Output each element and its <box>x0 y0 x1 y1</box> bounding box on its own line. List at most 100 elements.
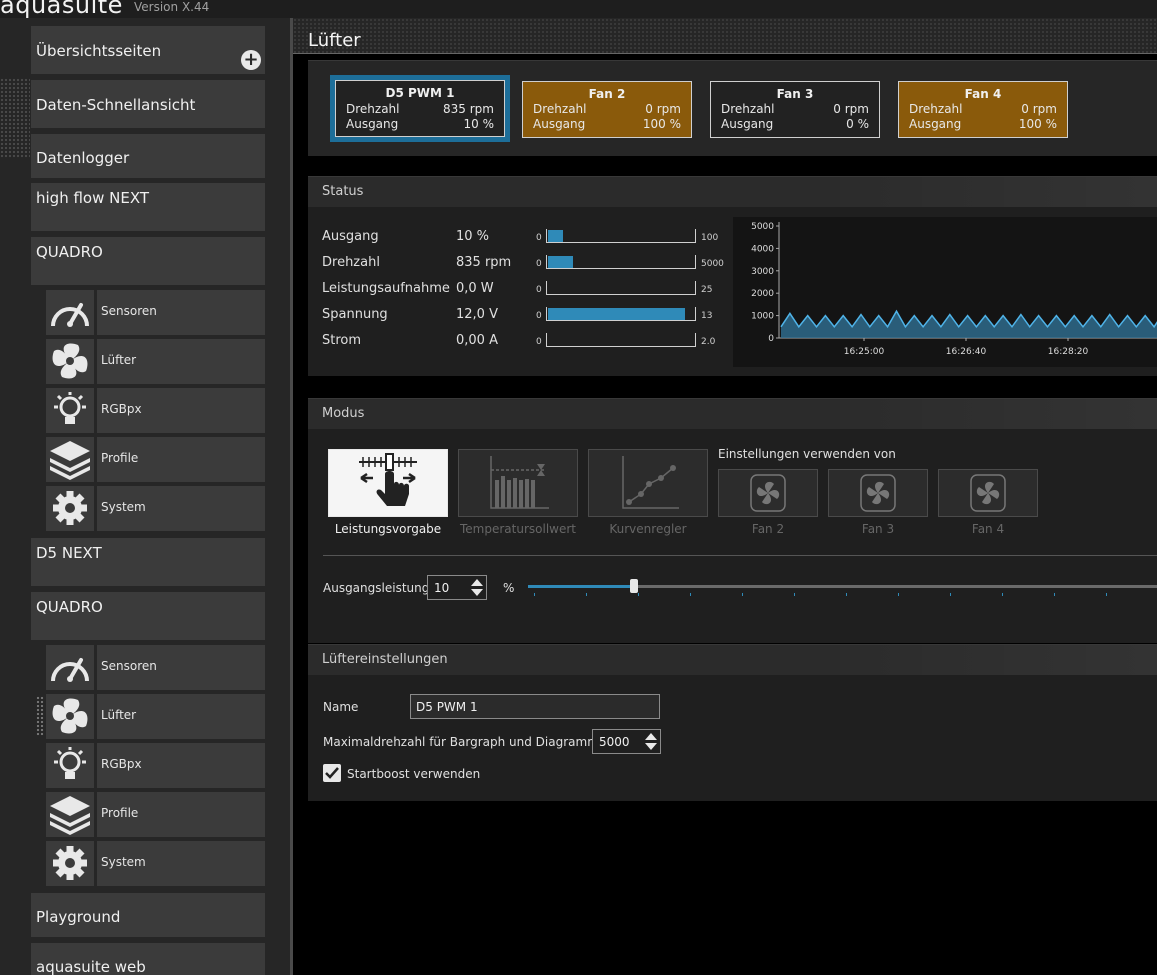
status-label: Strom <box>322 333 362 348</box>
source-fan-2-button[interactable] <box>718 469 818 517</box>
sidebar-item-sensors-1[interactable]: Sensoren <box>97 290 265 335</box>
fan-card-fan-4[interactable]: Fan 4 Drehzahl 0 rpm Ausgang 100 % <box>898 81 1068 138</box>
mode-curve-label: Kurvenregler <box>609 522 687 536</box>
nav-playground[interactable]: Playground <box>31 893 265 937</box>
add-icon[interactable]: + <box>241 50 261 70</box>
title-bar: aquasuite Version X.44 <box>0 0 1157 19</box>
fan-card-output-label: Ausgang <box>721 117 774 131</box>
nav-datalogger[interactable]: Datenlogger <box>31 134 265 178</box>
sidebar-item-rgbpx-1[interactable]: RGBpx <box>97 388 265 433</box>
nav-aquasuite-web-label: aquasuite web <box>36 958 146 975</box>
status-label: Leistungsaufnahme <box>322 281 450 296</box>
sidebar-texture <box>0 78 30 158</box>
sidebar-item-rgbpx-2[interactable]: RGBpx <box>97 743 265 788</box>
slider-tick <box>534 593 535 596</box>
mode-curve-button[interactable] <box>588 449 708 517</box>
sidebar-item-system-2[interactable]: System <box>97 841 265 886</box>
max-rpm-stepper[interactable]: 5000 <box>592 729 661 754</box>
startboost-label: Startboost verwenden <box>347 767 481 781</box>
mode-power-button[interactable] <box>328 449 448 517</box>
stepper-down-icon[interactable] <box>645 743 657 750</box>
fan-settings-panel: Lüftereinstellungen Name Maximaldrehzahl… <box>308 644 1157 801</box>
name-label: Name <box>323 700 359 714</box>
output-power-value: 10 <box>434 581 450 595</box>
stepper-down-icon[interactable] <box>471 589 483 596</box>
slider-hand-icon <box>359 453 417 506</box>
startboost-checkbox[interactable] <box>323 764 341 782</box>
layers-icon <box>46 437 94 482</box>
sidebar-item-fans-2[interactable]: Lüfter <box>97 694 265 739</box>
nav-quadro-1[interactable]: QUADRO <box>31 237 265 285</box>
fan-card-output: 100 % <box>642 117 681 131</box>
light-bulb-icon <box>46 388 94 433</box>
fan-icon <box>46 694 94 739</box>
nav-highflow[interactable]: high flow NEXT <box>31 183 265 231</box>
nav-quadro-2[interactable]: QUADRO <box>31 592 265 640</box>
sidebar-item-fans-1[interactable]: Lüfter <box>97 339 265 384</box>
source-fan-3-button[interactable] <box>828 469 928 517</box>
sidebar-item-label: Lüfter <box>101 353 137 367</box>
slider-thumb[interactable] <box>630 579 638 593</box>
mode-temperature-button[interactable] <box>458 449 578 517</box>
slider-tick <box>1002 593 1003 596</box>
fan-card-speed: 0 rpm <box>1021 102 1057 116</box>
stepper-up-icon[interactable] <box>471 579 483 586</box>
output-power-stepper[interactable]: 10 <box>427 575 487 600</box>
gauge-icon <box>46 645 94 690</box>
status-bar-min: 0 <box>536 259 542 269</box>
fan-settings-header: Lüftereinstellungen <box>308 645 1157 675</box>
active-indicator <box>36 696 44 736</box>
chart-y-tick-label: 4000 <box>751 244 774 254</box>
sidebar-item-profiles-1[interactable]: Profile <box>97 437 265 482</box>
fan-icon <box>750 474 786 512</box>
fan-card-fan-3[interactable]: Fan 3 Drehzahl 0 rpm Ausgang 0 % <box>710 81 880 138</box>
chart-y-tick-label: 1000 <box>751 312 774 322</box>
sidebar-item-label: System <box>101 500 146 514</box>
fan-card-fan-2[interactable]: Fan 2 Drehzahl 0 rpm Ausgang 100 % <box>522 81 692 138</box>
fan-name-input[interactable] <box>410 694 660 719</box>
fan-card-output-label: Ausgang <box>346 117 399 131</box>
fan-card-speed-label: Drehzahl <box>721 102 775 116</box>
sidebar-item-sensors-2[interactable]: Sensoren <box>97 645 265 690</box>
sidebar-item-profiles-2[interactable]: Profile <box>97 792 265 837</box>
status-bar <box>546 333 696 347</box>
status-bar-fill <box>548 308 685 320</box>
fan-card-d5-pwm-1[interactable]: D5 PWM 1 Drehzahl 835 rpm Ausgang 10 % <box>330 75 510 142</box>
source-fan-4-button[interactable] <box>938 469 1038 517</box>
fan-card-output-label: Ausgang <box>533 117 586 131</box>
max-rpm-label: Maximaldrehzahl für Bargraph und Diagram… <box>323 735 599 749</box>
sidebar-item-system-1[interactable]: System <box>97 486 265 531</box>
sidebar-item-label: Profile <box>101 806 139 820</box>
fan-card-speed-label: Drehzahl <box>533 102 587 116</box>
nav-highflow-label: high flow NEXT <box>36 189 150 207</box>
status-label: Ausgang <box>322 229 379 244</box>
sidebar-item-label: System <box>101 855 146 869</box>
slider-tick <box>898 593 899 596</box>
nav-aquasuite-web[interactable]: aquasuite web <box>31 943 265 975</box>
use-settings-label: Einstellungen verwenden von <box>718 447 896 461</box>
gear-icon <box>46 841 94 886</box>
output-power-slider[interactable] <box>528 579 1157 603</box>
fan-card-output: 100 % <box>1018 117 1057 131</box>
speed-chart: 5000 4000 3000 2000 1000 0 16:25:00 16:26:40 16:… <box>733 217 1157 367</box>
mode-panel: Modus Leistungsvorgabe Temperatursollwer… <box>308 398 1157 643</box>
sidebar-item-label: Sensoren <box>101 304 157 318</box>
fan-card-name: Fan 4 <box>964 87 1002 101</box>
chart-y-tick-label: 0 <box>768 334 774 344</box>
fan-card-speed-label: Drehzahl <box>909 102 963 116</box>
slider-fill <box>528 585 634 588</box>
nav-overview[interactable]: Übersichtsseiten + <box>31 26 265 74</box>
chart-y-tick-label: 2000 <box>751 289 774 299</box>
sidebar-item-label: Sensoren <box>101 659 157 673</box>
status-value: 12,0 V <box>456 307 498 322</box>
nav-quickview[interactable]: Daten-Schnellansicht <box>31 80 265 128</box>
nav-d5next[interactable]: D5 NEXT <box>31 538 265 586</box>
main-content: Lüfter D5 PWM 1 Drehzahl 835 rpm Ausgang 1… <box>293 18 1157 975</box>
gear-icon <box>46 486 94 531</box>
stepper-up-icon[interactable] <box>645 733 657 740</box>
status-value: 835 rpm <box>456 255 512 270</box>
curve-controller-icon <box>622 456 679 509</box>
output-power-label: Ausgangsleistung <box>323 581 430 595</box>
gauge-icon <box>46 290 94 335</box>
fan-card-name: D5 PWM 1 <box>385 86 455 100</box>
